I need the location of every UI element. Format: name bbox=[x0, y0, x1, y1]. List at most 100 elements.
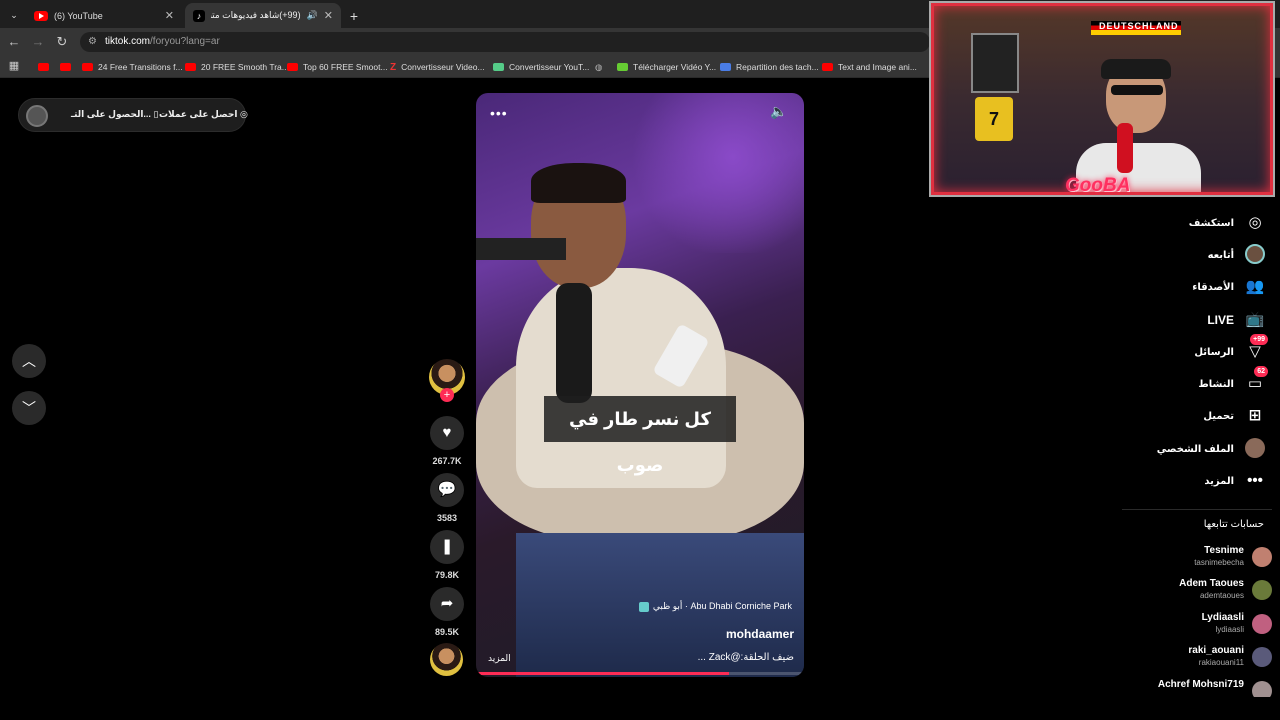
bookmark-item[interactable]: Convertisseur YouT... bbox=[493, 60, 589, 74]
avatar bbox=[1252, 681, 1272, 697]
coin-icon: ◎ bbox=[239, 109, 248, 119]
speaker-icon[interactable]: 🔊 bbox=[307, 10, 318, 21]
youtube-icon bbox=[287, 63, 298, 71]
tiktok-top-pill: الحصول على التـ... ▯ احصل على عملات ◎ bbox=[18, 98, 248, 132]
bookmark-item[interactable]: Z Convertisseur Video... bbox=[390, 60, 485, 74]
nav-friends[interactable]: 👥 الأصدقاء bbox=[1192, 275, 1266, 299]
following-account[interactable]: raki_aouani rakiaouani11 bbox=[1122, 643, 1272, 671]
avatar bbox=[1252, 547, 1272, 567]
get-app-button[interactable]: الحصول على التـ... ▯ bbox=[71, 109, 158, 120]
avatar bbox=[1252, 647, 1272, 667]
url-field[interactable]: ⚙ tiktok.com/foryou?lang=ar bbox=[80, 32, 930, 52]
bookmark-item[interactable]: 24 Free Transitions f... bbox=[82, 60, 183, 74]
following-account[interactable]: Lydiaasli lydiaasli bbox=[1122, 610, 1272, 638]
bookmark-item[interactable]: Text and Image ani... bbox=[822, 60, 917, 74]
nav-profile[interactable]: الملف الشخصي bbox=[1157, 437, 1266, 461]
following-avatar-icon bbox=[1244, 244, 1266, 266]
url-host: tiktok.com bbox=[105, 36, 151, 47]
bookmark-icon[interactable]: ❚ bbox=[430, 530, 464, 564]
bookmark-item[interactable]: ◍ bbox=[595, 60, 607, 74]
close-tab-icon[interactable]: ✕ bbox=[165, 9, 174, 22]
forward-arrow-icon[interactable]: → bbox=[30, 34, 46, 50]
save-count: 79.8K bbox=[434, 570, 460, 580]
comment-count: 3583 bbox=[436, 513, 458, 523]
nav-following[interactable]: أتابعه bbox=[1208, 243, 1266, 267]
like-count: 267.7K bbox=[432, 456, 462, 466]
phone-icon: ▯ bbox=[153, 109, 159, 119]
comment-icon[interactable]: 💬 bbox=[430, 473, 464, 507]
video-subtitle: كل نسر طار في صوب bbox=[544, 396, 736, 475]
get-coins-button[interactable]: احصل على عملات ◎ bbox=[159, 109, 248, 120]
tab-label: (99+)شاهد فيديوهات متصدر bbox=[211, 10, 301, 20]
video-menu-icon[interactable]: ••• bbox=[490, 105, 508, 121]
video-progress-bar[interactable] bbox=[476, 672, 804, 675]
url-path: /foryou?lang=ar bbox=[150, 36, 220, 47]
activity-icon: ▭ 62 bbox=[1244, 366, 1268, 395]
previous-video-button[interactable]: ︿ bbox=[12, 344, 46, 378]
nav-messages[interactable]: ▽ 99+ الرسائل bbox=[1194, 334, 1268, 364]
new-tab-button[interactable]: + bbox=[344, 3, 364, 28]
bookmark-item[interactable]: Télécharger Vidéo Y... bbox=[617, 60, 716, 74]
bookmark-item[interactable] bbox=[38, 60, 54, 74]
tab-tiktok[interactable]: ♪ (99+)شاهد فيديوهات متصدر 🔊 ✕ bbox=[185, 3, 341, 28]
share-action: ➦ 89.5K bbox=[428, 587, 466, 637]
sidebar-divider bbox=[1122, 509, 1272, 510]
heart-icon[interactable]: ♥ bbox=[430, 416, 464, 450]
bookmark-item[interactable]: Repartition des tach... bbox=[720, 60, 819, 74]
nav-explore[interactable]: ◎ استكشف bbox=[1189, 211, 1266, 235]
youtube-icon bbox=[60, 63, 71, 71]
nav-live[interactable]: 📺 LIVE bbox=[1207, 308, 1266, 332]
apps-grid-icon[interactable]: ▦ bbox=[6, 58, 22, 74]
video-frame-person-hair bbox=[531, 163, 626, 203]
convert-icon bbox=[493, 63, 504, 71]
tab-search-button[interactable]: ⌄ bbox=[4, 3, 24, 28]
youtube-icon bbox=[82, 63, 93, 71]
video-author[interactable]: mohdaamer bbox=[726, 627, 794, 641]
download-icon bbox=[617, 63, 628, 71]
docs-icon bbox=[720, 63, 731, 71]
sound-icon[interactable]: 🔈 bbox=[770, 103, 787, 120]
nav-more[interactable]: ••• المزيد bbox=[1204, 469, 1266, 493]
next-video-button[interactable]: ﹀ bbox=[12, 391, 46, 425]
back-arrow-icon[interactable]: ← bbox=[6, 34, 22, 50]
webcam-neon-frame bbox=[931, 3, 1273, 195]
following-account[interactable]: Achref Mohsni719 bbox=[1122, 677, 1272, 697]
tab-label: (6) YouTube bbox=[54, 10, 103, 21]
save-action: ❚ 79.8K bbox=[428, 530, 466, 580]
chevron-up-icon: ︿ bbox=[22, 353, 36, 369]
tiktok-icon: ♪ bbox=[193, 9, 205, 22]
bookmark-item[interactable] bbox=[60, 60, 76, 74]
video-progress-fill bbox=[476, 672, 729, 675]
bookmark-item[interactable]: 20 FREE Smooth Tra... bbox=[185, 60, 289, 74]
messages-badge: 99+ bbox=[1250, 334, 1268, 345]
close-tab-icon[interactable]: ✕ bbox=[324, 9, 333, 22]
video-player[interactable]: ••• 🔈 كل نسر طار في صوب Abu Dhabi Cornic… bbox=[476, 93, 804, 677]
compass-icon: ◎ bbox=[1248, 214, 1262, 231]
nav-activity[interactable]: ▭ 62 النشاط bbox=[1198, 366, 1268, 396]
tab-youtube[interactable]: (6) YouTube ✕ bbox=[26, 3, 182, 28]
reload-icon[interactable]: ↻ bbox=[54, 34, 70, 50]
nav-upload[interactable]: ⊞ تحميل bbox=[1203, 404, 1266, 428]
globe-icon: ◍ bbox=[595, 61, 603, 72]
friends-icon: 👥 bbox=[1245, 278, 1265, 295]
share-icon[interactable]: ➦ bbox=[430, 587, 464, 621]
location-pin-icon bbox=[638, 601, 649, 612]
site-info-icon[interactable]: ⚙ bbox=[88, 32, 97, 52]
avatar bbox=[1252, 580, 1272, 600]
youtube-icon bbox=[185, 63, 196, 71]
comment-action: 💬 3583 bbox=[428, 473, 466, 523]
video-frame-mic bbox=[556, 283, 592, 403]
profile-avatar-icon bbox=[1244, 438, 1266, 460]
avatar bbox=[1252, 614, 1272, 634]
music-disc-avatar[interactable] bbox=[430, 643, 463, 676]
youtube-icon bbox=[38, 63, 49, 71]
chevron-down-icon: ﹀ bbox=[22, 400, 36, 416]
convert-z-icon: Z bbox=[390, 61, 397, 73]
bookmark-item[interactable]: Top 60 FREE Smoot... bbox=[287, 60, 388, 74]
avatar[interactable] bbox=[26, 105, 48, 127]
follow-plus-icon[interactable]: + bbox=[440, 388, 454, 402]
more-button[interactable]: المزيد bbox=[488, 653, 511, 664]
location-tag[interactable]: Abu Dhabi Corniche Park · أبو ظبي bbox=[638, 601, 792, 612]
following-account[interactable]: Tesnime tasnimebecha bbox=[1122, 543, 1272, 571]
following-account[interactable]: Adem Taoues ademtaoues bbox=[1122, 576, 1272, 604]
